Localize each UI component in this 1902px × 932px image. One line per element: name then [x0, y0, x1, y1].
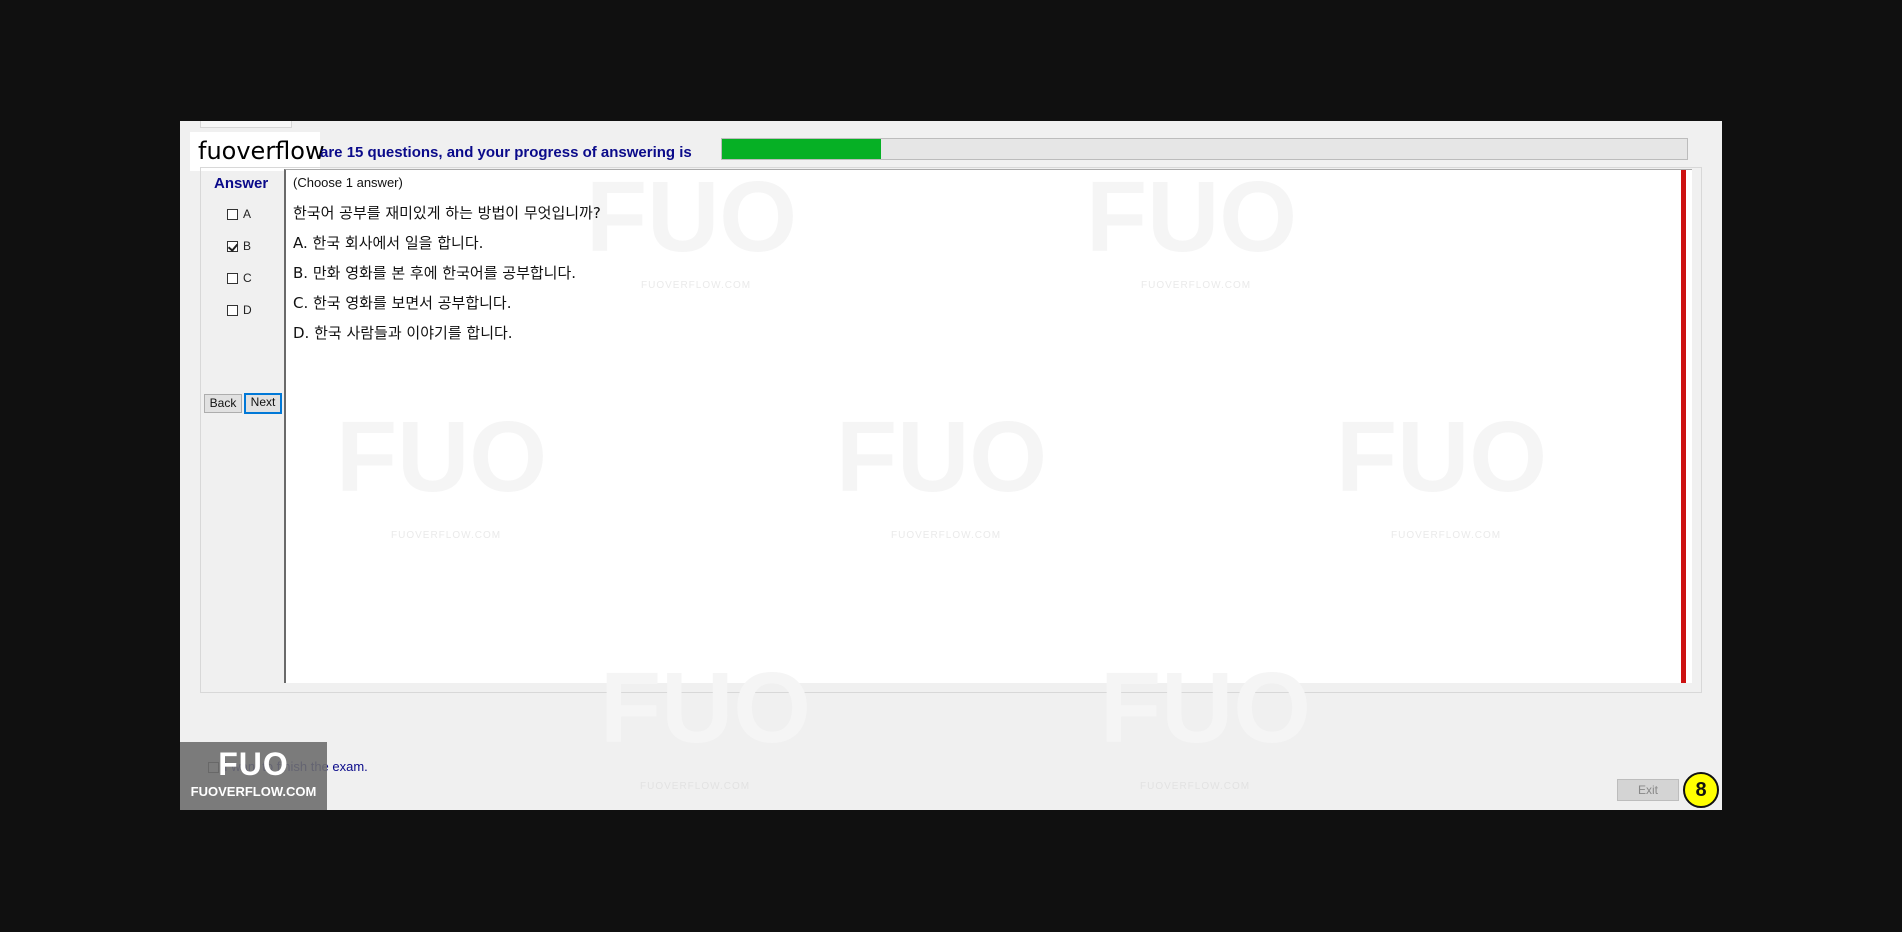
option-a-checkbox[interactable] — [227, 209, 238, 221]
watermark-site: FUOVERFLOW.COM — [1141, 280, 1252, 291]
watermark-site: FUOVERFLOW.COM — [640, 781, 751, 792]
question-instruction: (Choose 1 answer) — [293, 175, 403, 190]
watermark-site: FUOVERFLOW.COM — [891, 530, 1002, 541]
watermark-site: FUOVERFLOW.COM — [1391, 530, 1502, 541]
fuo-logo: FUO FUOVERFLOW.COM — [180, 742, 327, 810]
choice-b-text: B. 만화 영화를 본 후에 한국어를 공부합니다. — [293, 264, 577, 282]
watermark-logo: FUO — [600, 652, 812, 764]
option-d-checkbox[interactable] — [227, 305, 238, 317]
progress-fill — [722, 139, 882, 159]
watermark-logo: FUO — [1086, 161, 1298, 273]
choice-c-text: C. 한국 영화를 보면서 공부합니다. — [293, 294, 512, 312]
option-c-checkbox[interactable] — [227, 273, 238, 285]
option-a[interactable]: A — [227, 207, 251, 221]
option-d-label: D — [243, 303, 252, 317]
exit-button[interactable]: Exit — [1617, 779, 1679, 801]
question-stem: 한국어 공부를 재미있게 하는 방법이 무엇입니까? — [293, 204, 601, 222]
watermark-logo: FUO — [586, 161, 798, 273]
choice-a-text: A. 한국 회사에서 일을 합니다. — [293, 234, 484, 252]
watermark-site: FUOVERFLOW.COM — [391, 530, 502, 541]
top-tab[interactable] — [200, 121, 292, 128]
watermark-logo: FUO — [1100, 652, 1312, 764]
brand-label: fuoverflow — [190, 132, 325, 171]
logo-big-text: FUO — [218, 746, 289, 782]
back-button[interactable]: Back — [204, 394, 242, 413]
next-button[interactable]: Next — [244, 393, 282, 414]
question-area: FUO FUOVERFLOW.COM FUO FUOVERFLOW.COM FU… — [284, 161, 1692, 683]
option-c[interactable]: C — [227, 271, 252, 285]
exam-window: fuoverflow are 15 questions, and your pr… — [180, 121, 1722, 810]
watermark-site: FUOVERFLOW.COM — [641, 280, 752, 291]
watermark-site: FUOVERFLOW.COM — [1140, 781, 1251, 792]
option-d[interactable]: D — [227, 303, 252, 317]
option-c-label: C — [243, 271, 252, 285]
scroll-indicator — [1681, 170, 1686, 683]
option-b-label: B — [243, 239, 252, 253]
option-b-checkbox[interactable] — [227, 241, 238, 253]
progress-text: are 15 questions, and your progress of a… — [320, 144, 692, 161]
watermark-logo: FUO — [1336, 401, 1548, 513]
number-badge: 8 — [1683, 772, 1719, 808]
option-a-label: A — [243, 207, 252, 221]
option-b[interactable]: B — [227, 239, 251, 253]
choice-d-text: D. 한국 사람들과 이야기를 합니다. — [293, 324, 513, 342]
answer-heading: Answer — [214, 175, 269, 192]
logo-small-text: FUOVERFLOW.COM — [190, 784, 317, 799]
watermark-logo: FUO — [836, 401, 1048, 513]
progress-bar — [721, 138, 1688, 160]
watermark-logo: FUO — [336, 401, 548, 513]
